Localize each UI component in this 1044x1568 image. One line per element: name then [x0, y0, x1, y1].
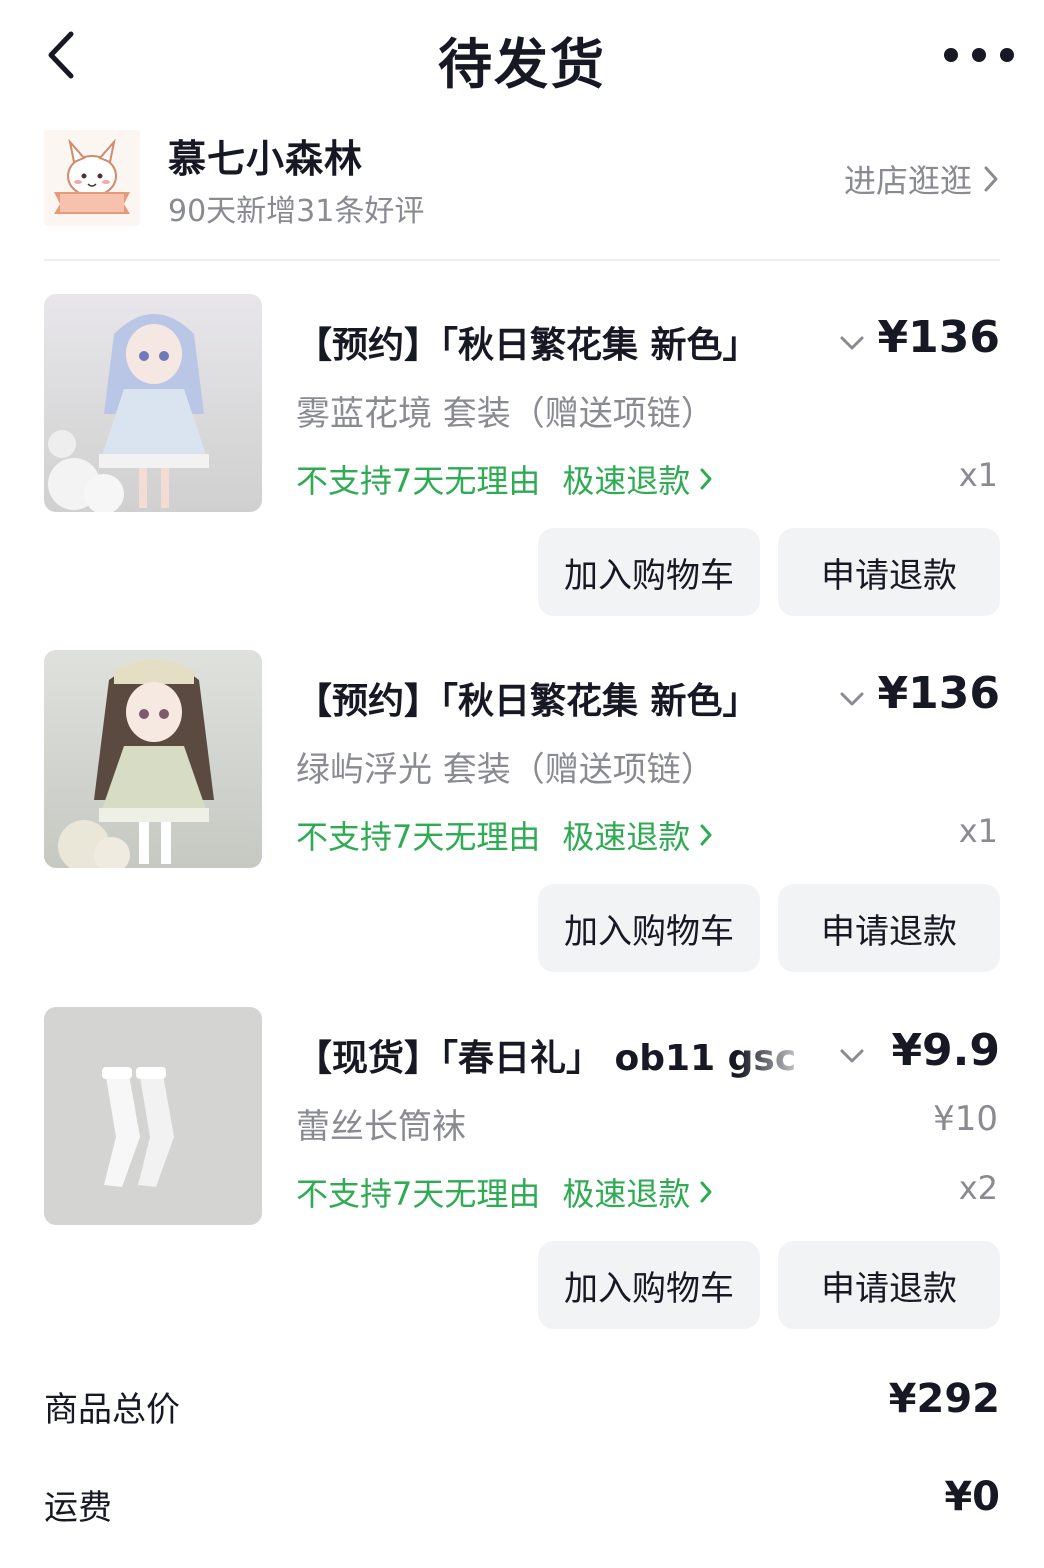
order-item: 【预约】「秋日繁花集 新色」 ¥136 雾蓝花境 套装（赠送项链） 不支持7天无…	[44, 294, 1000, 624]
product-thumbnail[interactable]	[44, 1007, 262, 1225]
product-variant: 蕾丝长筒袜	[296, 1107, 466, 1147]
product-title[interactable]: 【预约】「秋日繁花集 新色」	[296, 672, 816, 724]
request-refund-button[interactable]: 申请退款	[778, 1241, 1000, 1329]
shipping-value: ¥0	[944, 1474, 1000, 1520]
fast-refund-label: 极速退款	[562, 818, 691, 856]
chevron-down-icon[interactable]	[834, 684, 870, 714]
return-policy-text: 不支持7天无理由	[296, 1175, 541, 1213]
product-quantity: x1	[958, 812, 998, 850]
shipping-label: 运费	[44, 1488, 112, 1528]
product-price: ¥136	[877, 668, 1000, 719]
shop-logo[interactable]	[44, 130, 140, 226]
navigation-bar: 待发货	[0, 0, 1044, 110]
shop-name[interactable]: 慕七小森林	[168, 128, 363, 183]
product-variant: 雾蓝花境 套装（赠送项链）	[296, 394, 715, 434]
product-price: ¥9.9	[891, 1025, 1000, 1076]
shipping-row: 运费 ¥0	[44, 1474, 1000, 1534]
return-policy-text: 不支持7天无理由	[296, 462, 541, 500]
add-to-cart-button[interactable]: 加入购物车	[538, 1241, 760, 1329]
enter-shop-link[interactable]: 进店逛逛	[844, 156, 1000, 202]
product-variant: 绿屿浮光 套装（赠送项链）	[296, 750, 715, 790]
fast-refund-label: 极速退款	[562, 462, 691, 500]
chevron-down-icon[interactable]	[834, 1041, 870, 1071]
goods-total-value: ¥292	[888, 1376, 1000, 1422]
add-to-cart-button[interactable]: 加入购物车	[538, 884, 760, 972]
product-thumbnail[interactable]	[44, 650, 262, 868]
product-quantity: x1	[958, 456, 998, 494]
refund-policy[interactable]: 不支持7天无理由 极速退款	[296, 1169, 714, 1215]
product-thumbnail[interactable]	[44, 294, 262, 512]
product-quantity: x2	[958, 1169, 998, 1207]
shop-row[interactable]: 慕七小森林 90天新增31条好评 进店逛逛	[44, 128, 1000, 229]
more-dots-icon	[944, 48, 958, 62]
request-refund-button[interactable]: 申请退款	[778, 528, 1000, 616]
add-to-cart-button[interactable]: 加入购物车	[538, 528, 760, 616]
chevron-right-icon	[984, 166, 998, 192]
chevron-right-icon	[700, 1181, 712, 1203]
product-title[interactable]: 【现货】「春日礼」 ob11 gsc	[296, 1029, 816, 1081]
shop-divider	[44, 259, 1000, 261]
chevron-right-icon	[700, 468, 712, 490]
return-policy-text: 不支持7天无理由	[296, 818, 541, 856]
request-refund-button[interactable]: 申请退款	[778, 884, 1000, 972]
chevron-right-icon	[700, 824, 712, 846]
goods-total-label: 商品总价	[44, 1390, 180, 1430]
chevron-down-icon[interactable]	[834, 328, 870, 358]
page-title: 待发货	[438, 33, 606, 96]
fast-refund-label: 极速退款	[562, 1175, 691, 1213]
order-item: 【预约】「秋日繁花集 新色」 ¥136 绿屿浮光 套装（赠送项链） 不支持7天无…	[44, 650, 1000, 980]
product-title[interactable]: 【预约】「秋日繁花集 新色」	[296, 316, 816, 368]
more-button[interactable]	[944, 30, 1014, 80]
refund-policy[interactable]: 不支持7天无理由 极速退款	[296, 812, 714, 858]
product-original-price: ¥10	[933, 1099, 998, 1139]
enter-shop-label: 进店逛逛	[843, 162, 972, 200]
shop-rating-summary: 90天新增31条好评	[168, 194, 425, 229]
refund-policy[interactable]: 不支持7天无理由 极速退款	[296, 456, 714, 502]
order-item: 【现货】「春日礼」 ob11 gsc ¥9.9 蕾丝长筒袜 ¥10 不支持7天无…	[44, 1007, 1000, 1337]
goods-total-row: 商品总价 ¥292	[44, 1376, 1000, 1436]
product-price: ¥136	[877, 312, 1000, 363]
